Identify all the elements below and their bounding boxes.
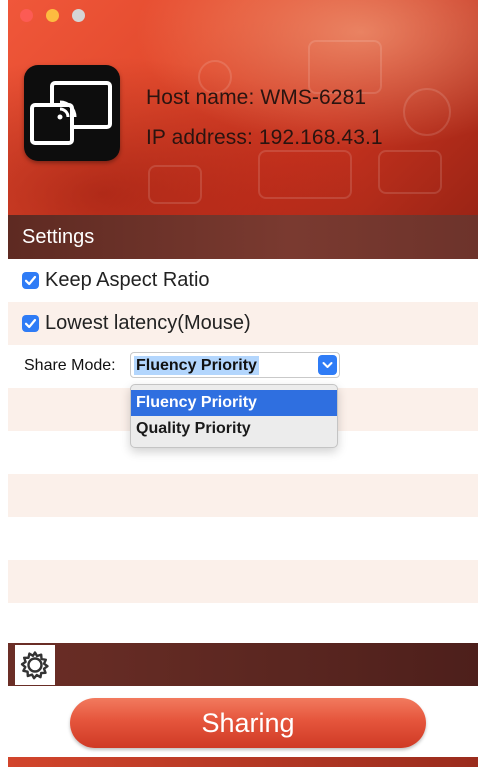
- banner-decoration: [403, 88, 451, 136]
- sharing-button[interactable]: Sharing: [70, 698, 426, 748]
- settings-row: [8, 603, 478, 643]
- keep-aspect-ratio-option[interactable]: Keep Aspect Ratio: [22, 269, 210, 292]
- settings-gear-button[interactable]: [15, 645, 55, 685]
- chevron-down-icon[interactable]: [318, 355, 337, 375]
- share-mode-option-fluency[interactable]: Fluency Priority: [131, 390, 337, 416]
- lowest-latency-checkbox[interactable]: [22, 315, 39, 332]
- gear-icon: [20, 651, 49, 680]
- settings-title: Settings: [22, 226, 95, 248]
- bottom-strip: [8, 757, 478, 767]
- zoom-window-button[interactable]: [72, 9, 85, 22]
- share-mode-option-quality[interactable]: Quality Priority: [131, 416, 337, 442]
- settings-row: [8, 474, 478, 517]
- lowest-latency-label: Lowest latency(Mouse): [45, 312, 251, 334]
- keep-aspect-ratio-checkbox[interactable]: [22, 272, 39, 289]
- lowest-latency-option[interactable]: Lowest latency(Mouse): [22, 312, 251, 335]
- checkmark-icon: [24, 275, 37, 286]
- banner-decoration: [148, 165, 202, 204]
- banner-decoration: [378, 150, 442, 194]
- host-name-text: Host name: WMS-6281: [146, 86, 367, 109]
- settings-row: [8, 517, 478, 560]
- close-window-button[interactable]: [20, 9, 33, 22]
- screen-cast-icon: [24, 65, 120, 161]
- minimize-window-button[interactable]: [46, 9, 59, 22]
- keep-aspect-ratio-label: Keep Aspect Ratio: [45, 269, 210, 291]
- checkmark-icon: [24, 318, 37, 329]
- share-mode-dropdown: Fluency Priority Quality Priority: [130, 384, 338, 448]
- settings-header: Settings: [8, 215, 478, 259]
- share-mode-value: Fluency Priority: [134, 356, 259, 375]
- ip-address-text: IP address: 192.168.43.1: [146, 126, 383, 149]
- banner-decoration: [258, 150, 352, 199]
- share-mode-label: Share Mode:: [24, 357, 116, 374]
- bottom-toolbar: [8, 643, 478, 686]
- share-mode-select[interactable]: Fluency Priority: [130, 352, 340, 378]
- settings-row: [8, 560, 478, 603]
- app-window: Host name: WMS-6281 IP address: 192.168.…: [0, 0, 478, 767]
